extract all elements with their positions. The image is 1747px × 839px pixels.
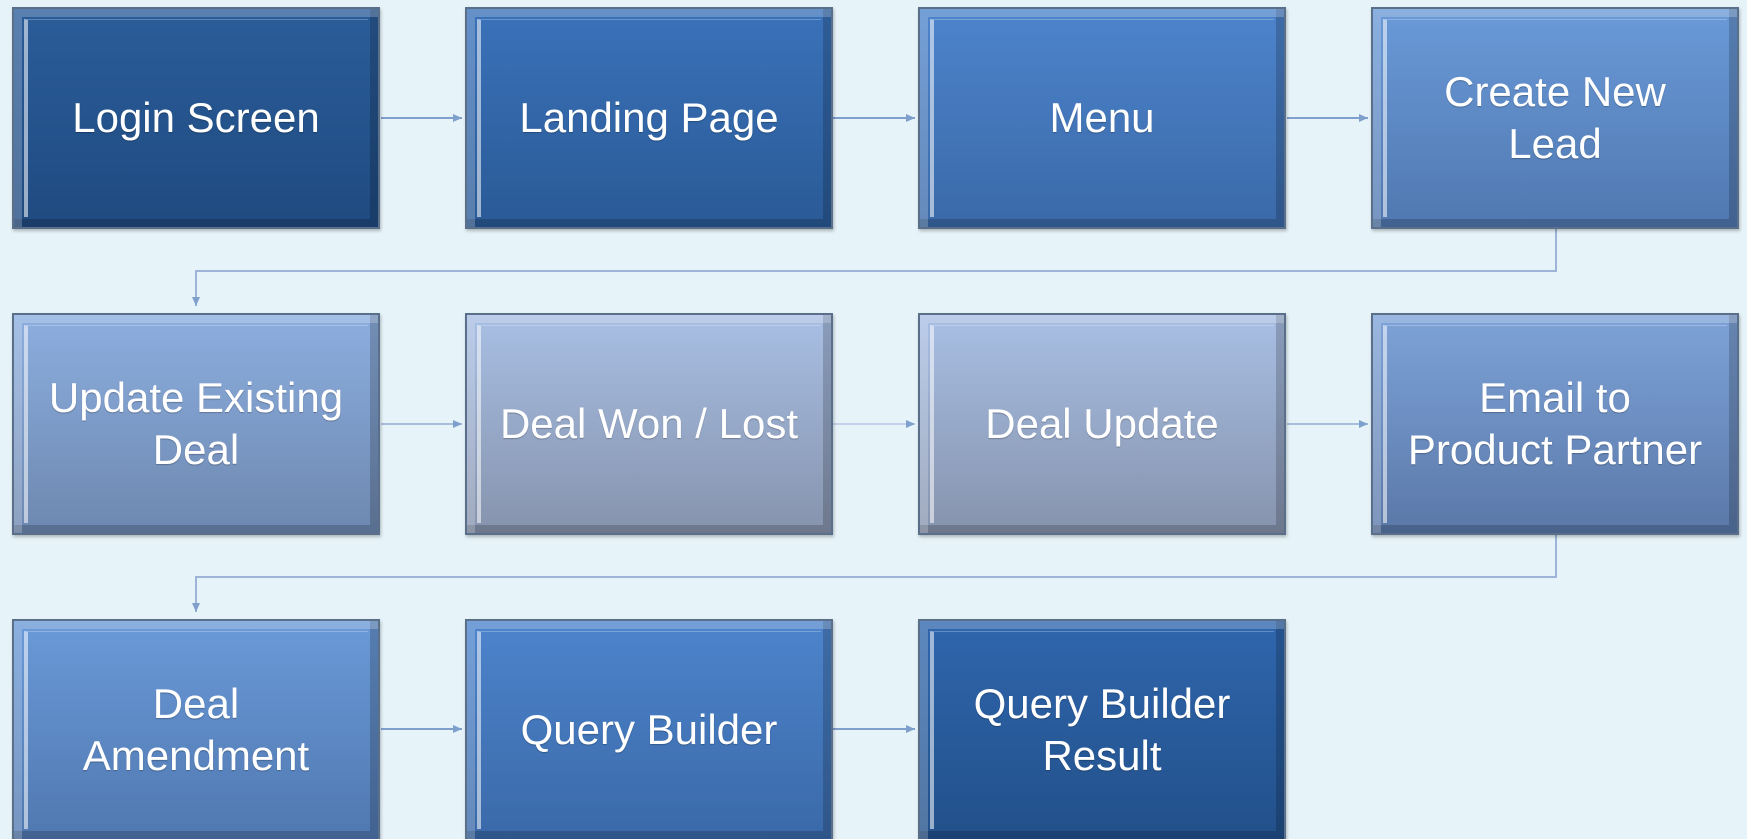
step-label: Login Screen (72, 94, 320, 141)
step-login-screen[interactable]: Login Screen (12, 7, 380, 229)
step-label: Landing Page (519, 94, 779, 141)
step-label: Query Builder (520, 706, 778, 753)
step-landing-page[interactable]: Landing Page (465, 7, 833, 229)
step-create-new-lead[interactable]: Create New Lead (1371, 7, 1739, 229)
step-label: Deal Amendment (82, 680, 310, 779)
step-update-existing-deal[interactable]: Update Existing Deal (12, 313, 380, 535)
step-label: Email to Product Partner (1407, 374, 1703, 473)
step-deal-amendment[interactable]: Deal Amendment (12, 619, 380, 839)
arrow-create-lead-to-update-deal (192, 229, 1557, 306)
step-label: Update Existing Deal (48, 374, 344, 473)
process-flow-diagram: Login Screen Landing Page Menu Create Ne… (0, 0, 1747, 839)
arrow-email-to-amendment (192, 535, 1557, 612)
step-query-builder[interactable]: Query Builder (465, 619, 833, 839)
step-label: Create New Lead (1444, 68, 1666, 167)
step-query-builder-result[interactable]: Query Builder Result (918, 619, 1286, 839)
step-label: Deal Won / Lost (499, 400, 799, 447)
step-deal-won-lost[interactable]: Deal Won / Lost (465, 313, 833, 535)
step-deal-update[interactable]: Deal Update (918, 313, 1286, 535)
step-label: Menu (1049, 94, 1155, 141)
step-label: Deal Update (985, 400, 1219, 447)
step-menu[interactable]: Menu (918, 7, 1286, 229)
step-label: Query Builder Result (973, 680, 1231, 779)
step-email-product-partner[interactable]: Email to Product Partner (1371, 313, 1739, 535)
